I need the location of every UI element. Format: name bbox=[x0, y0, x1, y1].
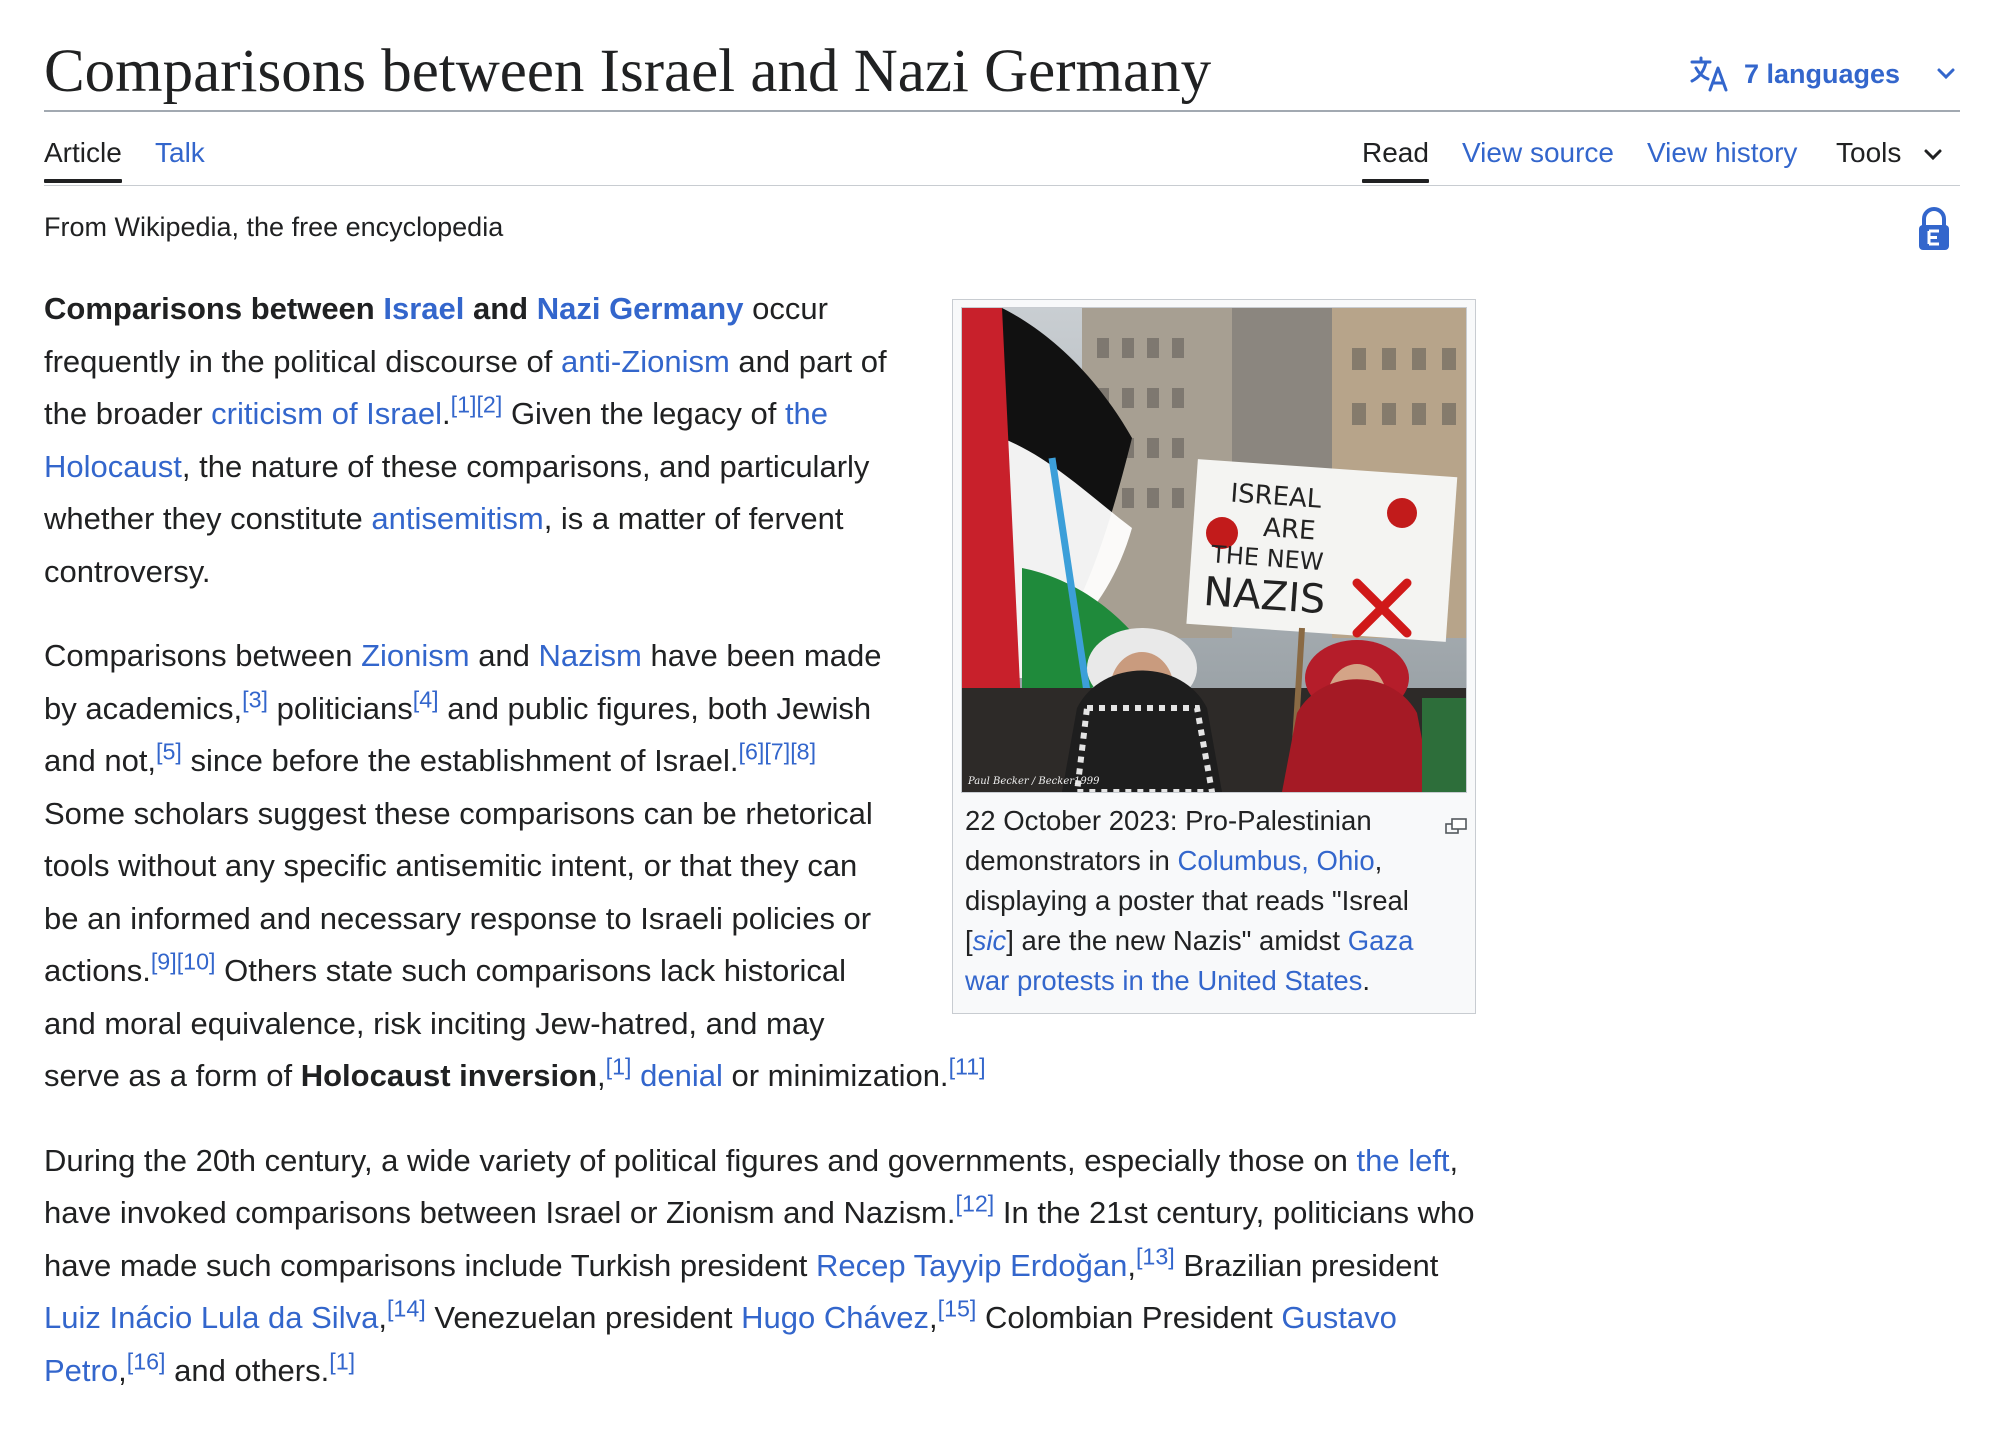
link-lula-da-silva[interactable]: Luiz Inácio Lula da Silva bbox=[44, 1300, 378, 1335]
language-icon bbox=[1690, 56, 1730, 92]
bold-text: Comparisons between bbox=[44, 291, 384, 326]
poster-line: ISREAL bbox=[1230, 479, 1323, 515]
ref-link[interactable]: [12] bbox=[955, 1191, 994, 1217]
body-text: Comparisons between bbox=[44, 638, 362, 673]
body-text: Given the legacy of bbox=[502, 396, 785, 431]
poster-line: NAZIS bbox=[1202, 569, 1327, 623]
tabs-divider bbox=[44, 185, 1960, 186]
ref-link[interactable]: [16] bbox=[127, 1348, 166, 1374]
ref-link[interactable]: [2] bbox=[476, 392, 502, 418]
link-hugo-chavez[interactable]: Hugo Chávez bbox=[741, 1300, 929, 1335]
tab-article[interactable]: Article bbox=[44, 133, 122, 183]
body-text: . bbox=[441, 396, 451, 431]
link-recep-tayyip-erdogan[interactable]: Recep Tayyip Erdoğan bbox=[816, 1248, 1127, 1283]
body-text: During the 20th century, a wide variety … bbox=[44, 1142, 1357, 1178]
link-nazi-germany[interactable]: Nazi Germany bbox=[537, 291, 744, 326]
ref-link[interactable]: [3] bbox=[242, 686, 268, 712]
tools-menu[interactable]: Tools bbox=[1836, 133, 1943, 173]
tab-view-source[interactable]: View source bbox=[1462, 133, 1614, 173]
body-text: Venezuelan president bbox=[425, 1300, 742, 1335]
ref-link[interactable]: [13] bbox=[1136, 1243, 1175, 1269]
body-text bbox=[632, 1058, 641, 1093]
ref-link[interactable]: [14] bbox=[387, 1296, 426, 1322]
link-sic[interactable]: sic bbox=[973, 925, 1007, 956]
ref-link[interactable]: [7] bbox=[764, 739, 790, 765]
ref-link[interactable]: [6] bbox=[738, 739, 764, 765]
caption-text: ] are the new Nazis" amidst bbox=[1006, 925, 1348, 956]
ref-link[interactable]: [9] bbox=[151, 949, 177, 975]
link-antisemitism[interactable]: antisemitism bbox=[371, 501, 543, 536]
site-tagline: From Wikipedia, the free encyclopedia bbox=[44, 212, 504, 242]
ref-link[interactable]: [5] bbox=[156, 739, 182, 765]
ref-link[interactable]: [1] bbox=[451, 392, 477, 418]
infobox-figure: ISREAL ARE THE NEW NAZIS Paul Becker / B… bbox=[952, 299, 1476, 1014]
link-anti-zionism[interactable]: anti-Zionism bbox=[561, 344, 730, 379]
link-columbus-ohio[interactable]: Columbus, Ohio bbox=[1177, 845, 1374, 876]
ref-link[interactable]: [8] bbox=[790, 739, 816, 765]
body-text: Brazilian president bbox=[1174, 1247, 1439, 1283]
poster-line: ARE bbox=[1262, 513, 1316, 547]
paragraph-3: During the 20th century, a wide variety … bbox=[44, 1135, 1476, 1398]
chevron-down-icon bbox=[1936, 67, 1956, 81]
body-text: , bbox=[1127, 1247, 1136, 1283]
link-zionism[interactable]: Zionism bbox=[361, 638, 470, 673]
languages-button[interactable]: 7 languages bbox=[1690, 52, 1956, 96]
body-text: Colombian President bbox=[976, 1300, 1282, 1335]
body-text: , bbox=[378, 1300, 387, 1335]
body-text: and others. bbox=[165, 1352, 330, 1388]
tab-talk[interactable]: Talk bbox=[155, 133, 205, 173]
languages-label: 7 languages bbox=[1743, 58, 1900, 89]
protest-photo[interactable]: ISREAL ARE THE NEW NAZIS Paul Becker / B… bbox=[961, 307, 1467, 793]
article-body: ISREAL ARE THE NEW NAZIS Paul Becker / B… bbox=[44, 283, 1476, 1429]
link-criticism-of-israel[interactable]: criticism of Israel bbox=[211, 396, 442, 431]
body-text: , bbox=[928, 1300, 938, 1335]
body-text: or minimization. bbox=[722, 1058, 949, 1093]
tools-label: Tools bbox=[1836, 137, 1902, 168]
bold-text: and bbox=[464, 291, 537, 326]
figure-caption: 22 October 2023: Pro-Palestinian demonst… bbox=[961, 793, 1467, 1001]
body-text: , bbox=[597, 1058, 606, 1093]
ref-link[interactable]: [1] bbox=[329, 1348, 355, 1374]
link-the-left[interactable]: the left bbox=[1356, 1143, 1449, 1178]
photo-credit: Paul Becker / Becker1999 bbox=[967, 776, 1100, 787]
body-text: since before the establishment of Israel… bbox=[181, 743, 739, 778]
tab-read[interactable]: Read bbox=[1362, 133, 1429, 183]
body-text: and bbox=[469, 638, 539, 673]
tab-view-history[interactable]: View history bbox=[1647, 133, 1797, 173]
ref-link[interactable]: [1] bbox=[606, 1054, 632, 1080]
enlarge-icon[interactable] bbox=[1445, 805, 1467, 845]
ref-link[interactable]: [4] bbox=[413, 686, 439, 712]
title-divider bbox=[44, 110, 1960, 112]
page-title: Comparisons between Israel and Nazi Germ… bbox=[44, 38, 1212, 105]
body-text: , bbox=[118, 1352, 127, 1388]
link-nazism[interactable]: Nazism bbox=[539, 638, 642, 673]
ref-link[interactable]: [10] bbox=[177, 949, 216, 975]
lock-icon[interactable] bbox=[1916, 206, 1952, 257]
bold-text: Holocaust inversion bbox=[300, 1058, 598, 1093]
link-israel[interactable]: Israel bbox=[383, 291, 464, 326]
chevron-down-icon bbox=[1923, 133, 1943, 173]
ref-link[interactable]: [15] bbox=[938, 1296, 977, 1322]
body-text: politicians bbox=[268, 690, 413, 726]
link-denial[interactable]: denial bbox=[640, 1058, 723, 1093]
ref-link[interactable]: [11] bbox=[949, 1054, 986, 1080]
caption-text: . bbox=[1362, 965, 1371, 996]
